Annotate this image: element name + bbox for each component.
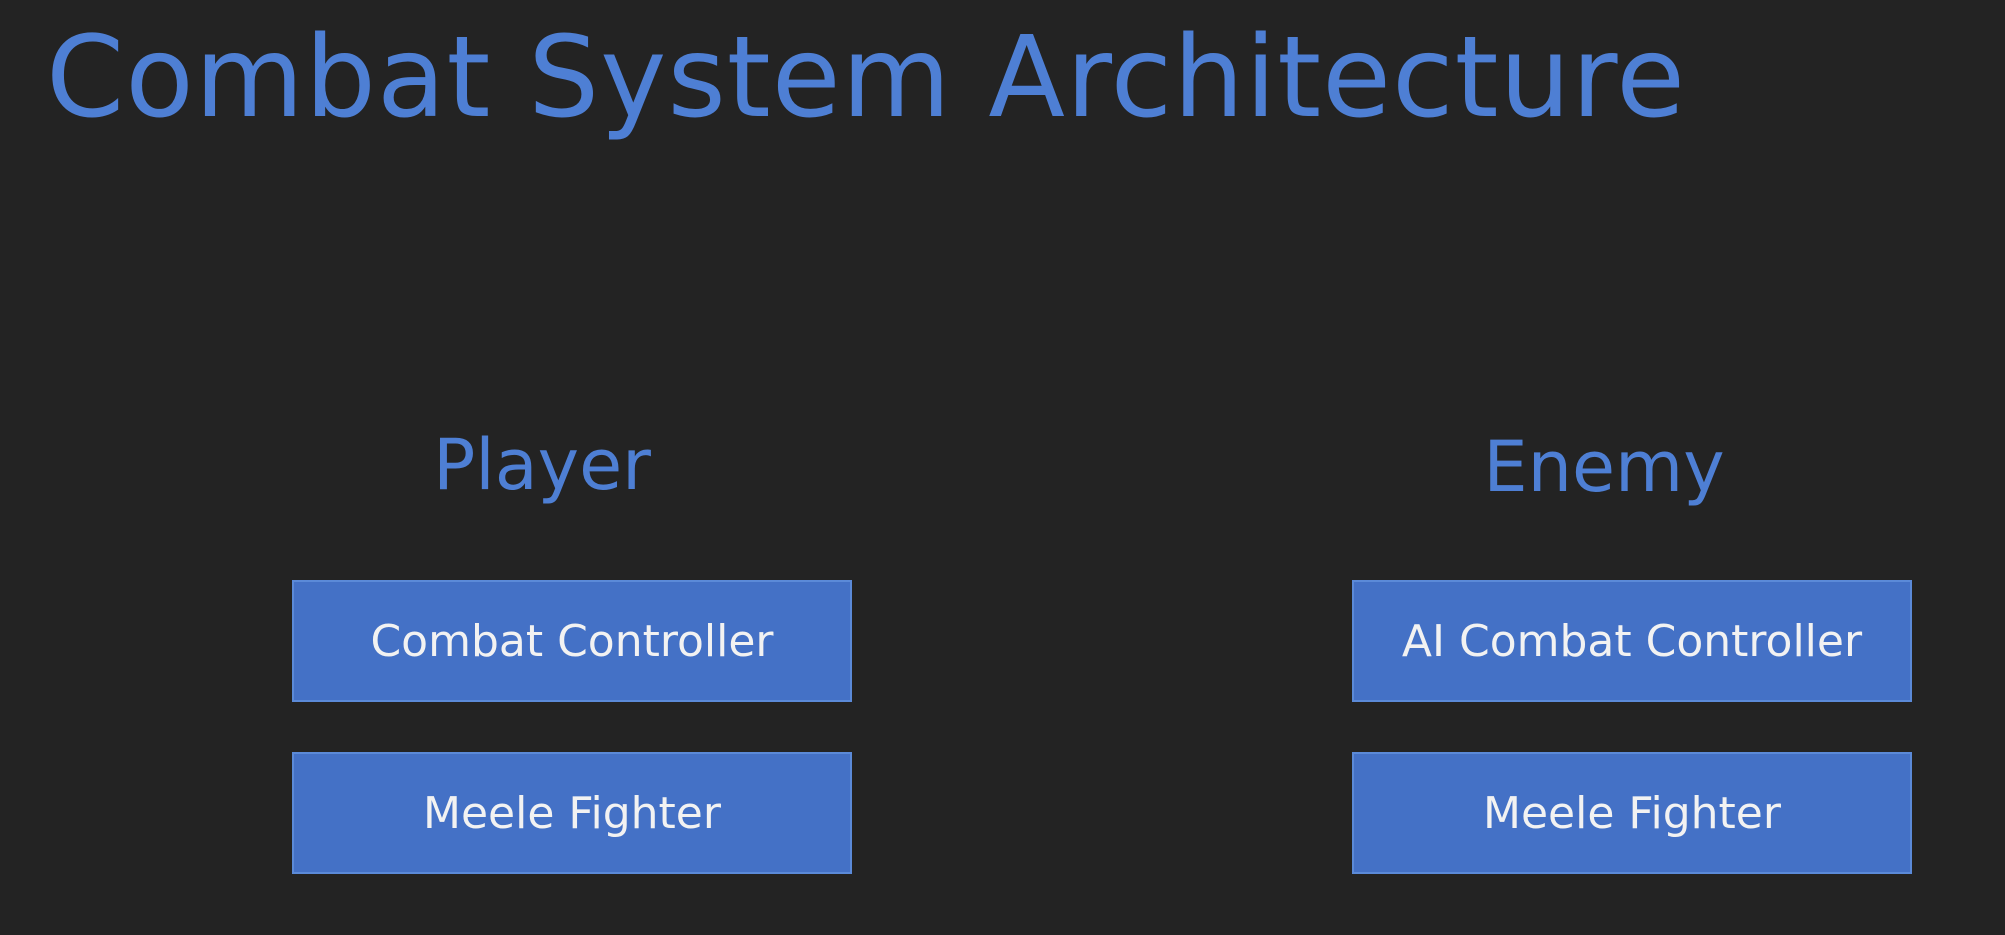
slide-title: Combat System Architecture [46,13,1686,143]
enemy-label: Enemy [1483,426,1725,508]
player-label: Player [433,424,651,506]
enemy-meele-fighter-box: Meele Fighter [1352,752,1912,874]
player-meele-fighter-box: Meele Fighter [292,752,852,874]
player-combat-controller-box: Combat Controller [292,580,852,702]
enemy-ai-combat-controller-box: AI Combat Controller [1352,580,1912,702]
